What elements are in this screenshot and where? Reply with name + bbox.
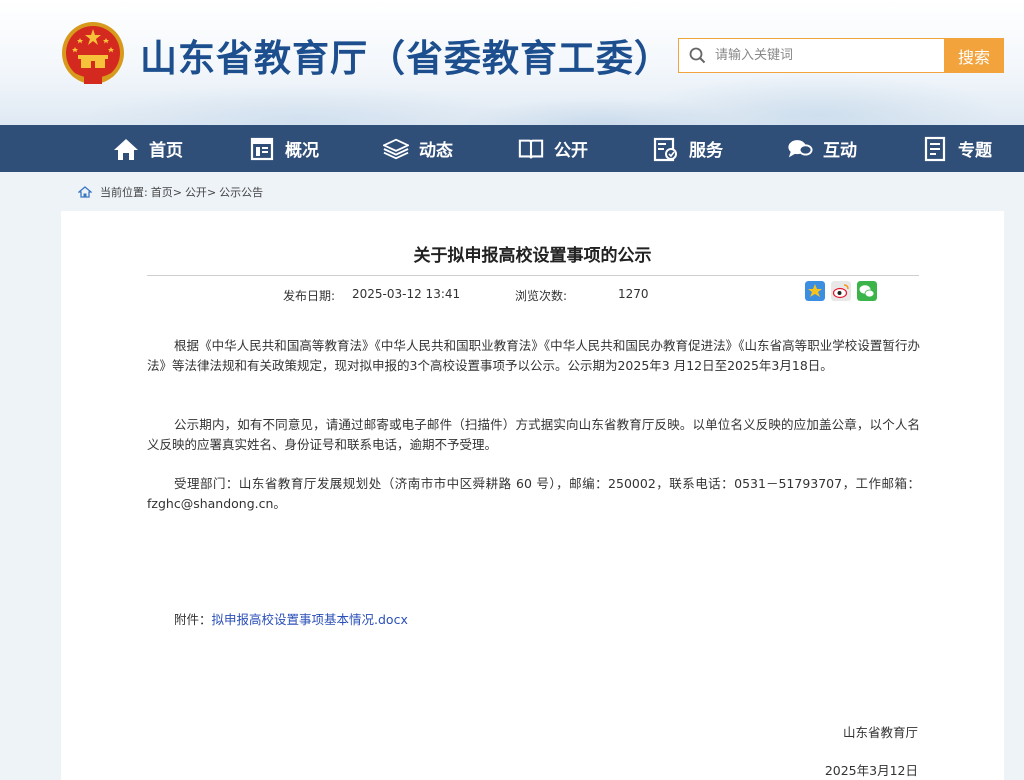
- share-qzone-icon[interactable]: [805, 281, 825, 301]
- attachment-link[interactable]: 拟申报高校设置事项基本情况.docx: [212, 612, 408, 627]
- article-paragraph: 受理部门：山东省教育厅发展规划处（济南市市中区舜耕路 60 号），邮编：2500…: [147, 476, 920, 511]
- search-button[interactable]: 搜索: [944, 38, 1004, 73]
- news-icon: [383, 136, 409, 162]
- nav-label: 专题: [958, 141, 992, 161]
- overview-icon: [249, 136, 275, 162]
- nav-label: 服务: [689, 141, 723, 161]
- national-emblem-icon[interactable]: [60, 20, 126, 90]
- site-header: 山东省教育厅（省委教育工委） 搜索: [0, 0, 1024, 125]
- nav-item-interaction[interactable]: 互动: [787, 125, 857, 172]
- nav-label: 动态: [419, 141, 453, 161]
- nav-label: 互动: [823, 141, 857, 161]
- article-card: 关于拟申报高校设置事项的公示 发布日期: 2025-03-12 13:41 浏览…: [61, 211, 1004, 780]
- publish-date-label: 发布日期:: [283, 289, 336, 303]
- breadcrumb: 当前位置: 首页 > 公开 > 公示公告: [78, 184, 263, 200]
- search-input[interactable]: [715, 39, 944, 72]
- nav-item-home[interactable]: 首页: [113, 125, 183, 172]
- signature-org: 山东省教育厅: [842, 725, 918, 740]
- signature-date: 2025年3月12日: [824, 763, 918, 778]
- breadcrumb-link-notice[interactable]: 公示公告: [219, 184, 263, 200]
- breadcrumb-link-home[interactable]: 首页: [151, 184, 173, 200]
- home-small-icon: [78, 186, 92, 198]
- book-icon: [518, 136, 544, 162]
- publish-date: 2025-03-12 13:41: [352, 287, 461, 301]
- nav-item-public[interactable]: 公开: [518, 125, 588, 172]
- nav-label: 首页: [149, 141, 183, 161]
- nav-label: 概况: [285, 141, 319, 161]
- article-paragraph: 公示期内，如有不同意见，请通过邮寄或电子邮件（扫描件）方式据实向山东省教育厅反映…: [147, 417, 920, 452]
- search-icon: [679, 39, 715, 72]
- article-title: 关于拟申报高校设置事项的公示: [413, 246, 652, 266]
- nav-item-news[interactable]: 动态: [383, 125, 453, 172]
- title-divider: [147, 275, 919, 276]
- nav-item-overview[interactable]: 概况: [249, 125, 319, 172]
- breadcrumb-link-public[interactable]: 公开: [185, 184, 207, 200]
- home-icon: [113, 136, 139, 162]
- search-box: 搜索: [678, 38, 1004, 73]
- breadcrumb-separator: >: [172, 185, 182, 199]
- service-icon: [653, 136, 679, 162]
- share-wechat-icon[interactable]: [857, 281, 877, 301]
- attachment-label: 附件：: [174, 612, 212, 627]
- breadcrumb-prefix: 当前位置:: [100, 186, 148, 199]
- nav-item-topic[interactable]: 专题: [922, 125, 992, 172]
- views-count: 1270: [618, 287, 649, 301]
- breadcrumb-separator: >: [206, 185, 217, 199]
- chat-icon: [787, 136, 813, 162]
- site-title: 山东省教育厅（省委教育工委）: [140, 37, 672, 80]
- attachment-row: 附件：拟申报高校设置事项基本情况.docx: [174, 609, 408, 628]
- nav-item-service[interactable]: 服务: [653, 125, 723, 172]
- topic-icon: [922, 136, 948, 162]
- share-weibo-icon[interactable]: [831, 281, 851, 301]
- main-nav: 首页 概况 动态 公开 服务 互动 专题: [0, 125, 1024, 172]
- views-label: 浏览次数:: [515, 289, 568, 303]
- nav-label: 公开: [554, 141, 588, 161]
- article-paragraph: 根据《中华人民共和国高等教育法》《中华人民共和国职业教育法》《中华人民共和国民办…: [147, 338, 920, 373]
